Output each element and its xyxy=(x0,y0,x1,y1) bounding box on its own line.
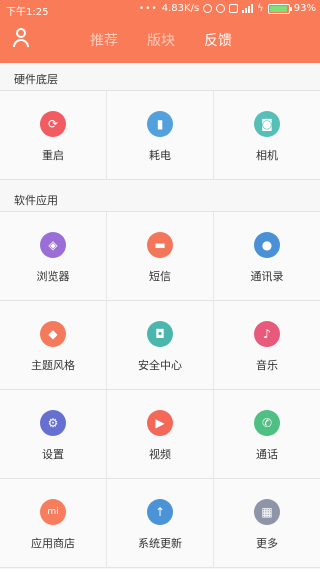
tile-label: 相机 xyxy=(256,149,278,162)
grid-row: ◈ 浏览器 ▬ 短信 ● 通讯录 xyxy=(0,212,320,301)
notification-dots-icon: ••• xyxy=(138,3,158,14)
wifi-icon xyxy=(229,4,239,13)
section-title-software: 软件应用 xyxy=(14,194,58,207)
sms-icon: ▬ xyxy=(147,232,173,258)
tile-browser[interactable]: ◈ 浏览器 xyxy=(0,212,107,300)
network-speed: 4.83K/s xyxy=(161,3,200,14)
tile-more[interactable]: ▦ 更多 xyxy=(214,479,320,567)
battery-icon xyxy=(267,3,292,14)
battery-percent: 93% xyxy=(293,3,316,14)
tile-label: 通话 xyxy=(256,448,278,461)
grid-row: mi 应用商店 ↑ 系统更新 ▦ 更多 xyxy=(0,479,320,568)
software-grid: ◈ 浏览器 ▬ 短信 ● 通讯录 ◆ 主题风格 ◘ 安全中心 ♪ 音乐 ⚙ 设置 ▶ 视频 ✆ 通话 mi 应用商店 ↑… xyxy=(0,211,320,568)
top-nav: 推荐 版块 反馈 xyxy=(0,22,320,58)
user-icon[interactable] xyxy=(11,28,31,48)
hardware-grid: ⟳ 重启 ▮ 耗电 ◙ 相机 xyxy=(0,90,320,180)
gear-icon: ⚙ xyxy=(40,410,66,436)
shield-icon: ◘ xyxy=(147,321,173,347)
contacts-icon: ● xyxy=(254,232,280,258)
more-icon: ▦ xyxy=(254,499,280,525)
grid-row: ◆ 主题风格 ◘ 安全中心 ♪ 音乐 xyxy=(0,301,320,390)
grid-row: ⟳ 重启 ▮ 耗电 ◙ 相机 xyxy=(0,91,320,180)
tile-update[interactable]: ↑ 系统更新 xyxy=(107,479,214,567)
app-header: 下午1:25 ••• 4.83K/s ϟ 93% 推荐 版块 反馈 xyxy=(0,0,320,63)
tile-gear[interactable]: ⚙ 设置 xyxy=(0,390,107,478)
signal-icon xyxy=(242,4,254,13)
tile-phone[interactable]: ✆ 通话 xyxy=(214,390,320,478)
battery-icon: ▮ xyxy=(147,111,173,137)
tile-label: 应用商店 xyxy=(31,537,75,550)
status-bar: 下午1:25 ••• 4.83K/s ϟ 93% xyxy=(0,0,320,20)
tile-label: 更多 xyxy=(256,537,278,550)
phone-icon: ✆ xyxy=(254,410,280,436)
charging-icon: ϟ xyxy=(257,3,264,14)
section-title-hardware: 硬件底层 xyxy=(14,73,58,86)
tile-label: 主题风格 xyxy=(31,359,75,372)
tile-shield[interactable]: ◘ 安全中心 xyxy=(107,301,214,389)
bluetooth-icon xyxy=(203,4,213,13)
tab-sections[interactable]: 版块 xyxy=(147,30,175,50)
tile-label: 浏览器 xyxy=(36,270,70,283)
tab-recommend[interactable]: 推荐 xyxy=(90,30,118,50)
status-right: ••• 4.83K/s ϟ 93% xyxy=(139,3,316,14)
tile-store[interactable]: mi 应用商店 xyxy=(0,479,107,567)
music-icon: ♪ xyxy=(254,321,280,347)
tile-contacts[interactable]: ● 通讯录 xyxy=(214,212,320,300)
store-icon: mi xyxy=(40,499,66,525)
tile-label: 音乐 xyxy=(256,359,278,372)
theme-icon: ◆ xyxy=(40,321,66,347)
tile-battery[interactable]: ▮ 耗电 xyxy=(107,91,214,179)
tile-label: 通讯录 xyxy=(250,270,284,283)
tab-feedback[interactable]: 反馈 xyxy=(204,30,232,50)
tile-label: 系统更新 xyxy=(138,537,182,550)
tile-label: 重启 xyxy=(42,149,64,162)
camera-icon: ◙ xyxy=(254,111,280,137)
tile-label: 短信 xyxy=(149,270,171,283)
video-icon: ▶ xyxy=(147,410,173,436)
restart-icon: ⟳ xyxy=(40,111,66,137)
tile-label: 视频 xyxy=(149,448,171,461)
tile-camera[interactable]: ◙ 相机 xyxy=(214,91,320,179)
tile-theme[interactable]: ◆ 主题风格 xyxy=(0,301,107,389)
tile-sms[interactable]: ▬ 短信 xyxy=(107,212,214,300)
status-time: 下午1:25 xyxy=(6,7,49,18)
update-icon: ↑ xyxy=(147,499,173,525)
tile-label: 耗电 xyxy=(149,149,171,162)
tile-music[interactable]: ♪ 音乐 xyxy=(214,301,320,389)
tile-label: 安全中心 xyxy=(138,359,182,372)
tile-restart[interactable]: ⟳ 重启 xyxy=(0,91,107,179)
tile-label: 设置 xyxy=(42,448,64,461)
alarm-icon xyxy=(216,4,226,13)
tile-video[interactable]: ▶ 视频 xyxy=(107,390,214,478)
grid-row: ⚙ 设置 ▶ 视频 ✆ 通话 xyxy=(0,390,320,479)
browser-icon: ◈ xyxy=(40,232,66,258)
